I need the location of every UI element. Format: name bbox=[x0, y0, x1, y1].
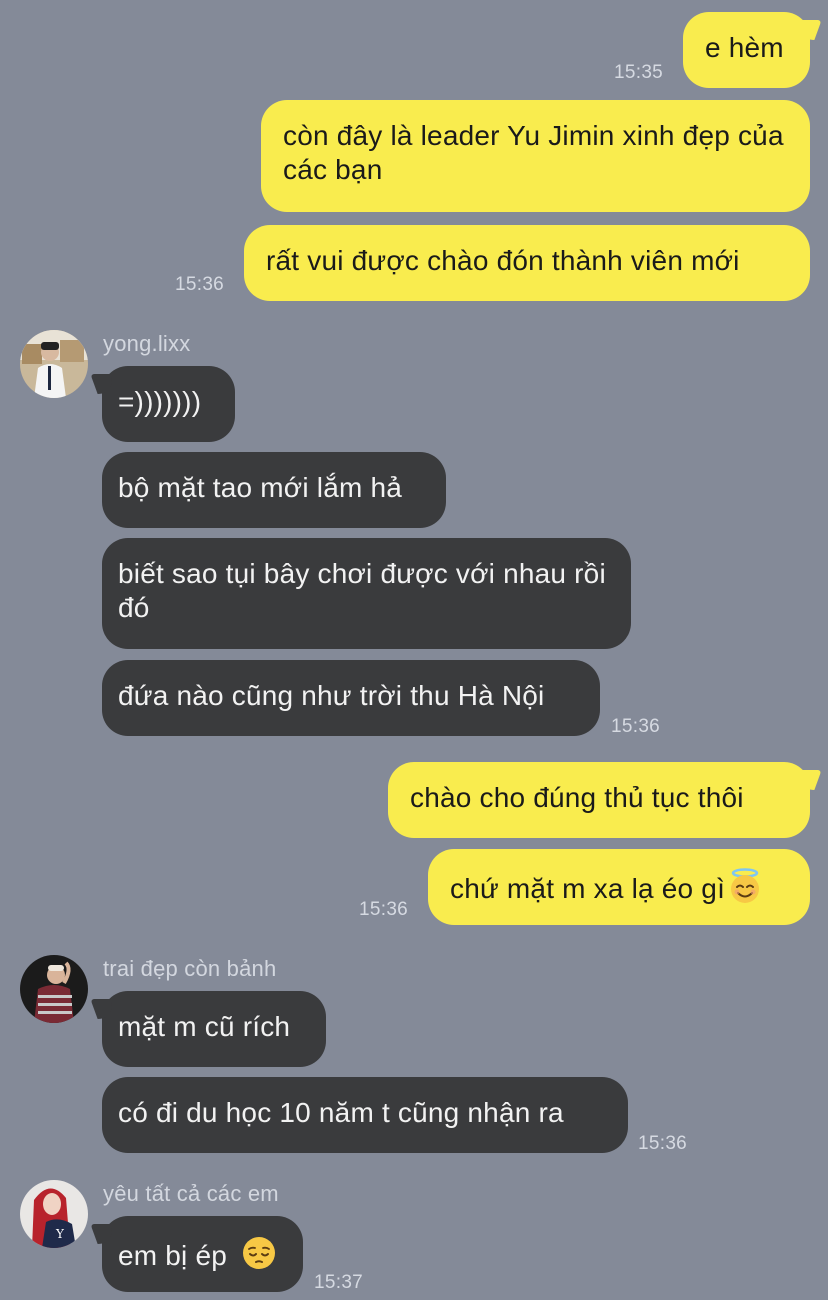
message-text: rất vui được chào đón thành viên mới bbox=[266, 245, 740, 276]
message-text: e hèm bbox=[705, 32, 784, 63]
avatar[interactable]: Y bbox=[20, 1180, 88, 1248]
message-text: còn đây là leader Yu Jimin xinh đẹp của … bbox=[283, 120, 784, 185]
avatar-image-icon bbox=[20, 955, 88, 1023]
message-text: em bị ép bbox=[118, 1240, 227, 1271]
message-text: =))))))) bbox=[118, 386, 202, 417]
message-timestamp: 15:36 bbox=[638, 1133, 688, 1154]
message-text: biết sao tụi bây chơi được với nhau rồi … bbox=[118, 558, 606, 623]
avatar[interactable] bbox=[20, 330, 88, 398]
message-timestamp: 15:36 bbox=[175, 274, 225, 295]
message-text: đứa nào cũng như trời thu Hà Nội bbox=[118, 680, 545, 711]
avatar-image-icon: Y bbox=[20, 1180, 88, 1248]
message-bubble-outgoing[interactable]: chào cho đúng thủ tục thôi bbox=[388, 762, 810, 838]
message-bubble-incoming[interactable]: đứa nào cũng như trời thu Hà Nội bbox=[102, 660, 600, 736]
message-text: mặt m cũ rích bbox=[118, 1011, 291, 1042]
message-text: bộ mặt tao mới lắm hả bbox=[118, 472, 403, 503]
message-bubble-outgoing[interactable]: chứ mặt m xa lạ éo gì bbox=[428, 849, 810, 925]
message-bubble-incoming[interactable]: em bị ép bbox=[102, 1216, 303, 1292]
message-text: có đi du học 10 năm t cũng nhận ra bbox=[118, 1097, 564, 1128]
pensive-face-icon bbox=[241, 1235, 277, 1271]
message-bubble-incoming[interactable]: bộ mặt tao mới lắm hả bbox=[102, 452, 446, 528]
message-timestamp: 15:37 bbox=[314, 1272, 364, 1293]
message-text: chào cho đúng thủ tục thôi bbox=[410, 782, 744, 813]
smiling-face-with-halo-icon bbox=[727, 868, 763, 904]
message-bubble-incoming[interactable]: biết sao tụi bây chơi được với nhau rồi … bbox=[102, 538, 631, 649]
message-bubble-outgoing[interactable]: còn đây là leader Yu Jimin xinh đẹp của … bbox=[261, 100, 810, 212]
message-text: chứ mặt m xa lạ éo gì bbox=[450, 873, 726, 904]
message-bubble-outgoing[interactable]: e hèm bbox=[683, 12, 810, 88]
message-timestamp: 15:36 bbox=[611, 716, 661, 737]
sender-name: yêu tất cả các em bbox=[103, 1181, 279, 1206]
message-timestamp: 15:35 bbox=[614, 62, 664, 83]
message-bubble-incoming[interactable]: mặt m cũ rích bbox=[102, 991, 326, 1067]
message-timestamp: 15:36 bbox=[359, 899, 409, 920]
sender-name: yong.lixx bbox=[103, 331, 191, 356]
message-bubble-incoming[interactable]: có đi du học 10 năm t cũng nhận ra bbox=[102, 1077, 628, 1153]
sender-name: trai đẹp còn bảnh bbox=[103, 956, 277, 981]
message-bubble-outgoing[interactable]: rất vui được chào đón thành viên mới bbox=[244, 225, 810, 301]
avatar[interactable] bbox=[20, 955, 88, 1023]
message-bubble-incoming[interactable]: =))))))) bbox=[102, 366, 235, 442]
avatar-image-icon bbox=[20, 330, 88, 398]
svg-text:Y: Y bbox=[55, 1227, 65, 1241]
